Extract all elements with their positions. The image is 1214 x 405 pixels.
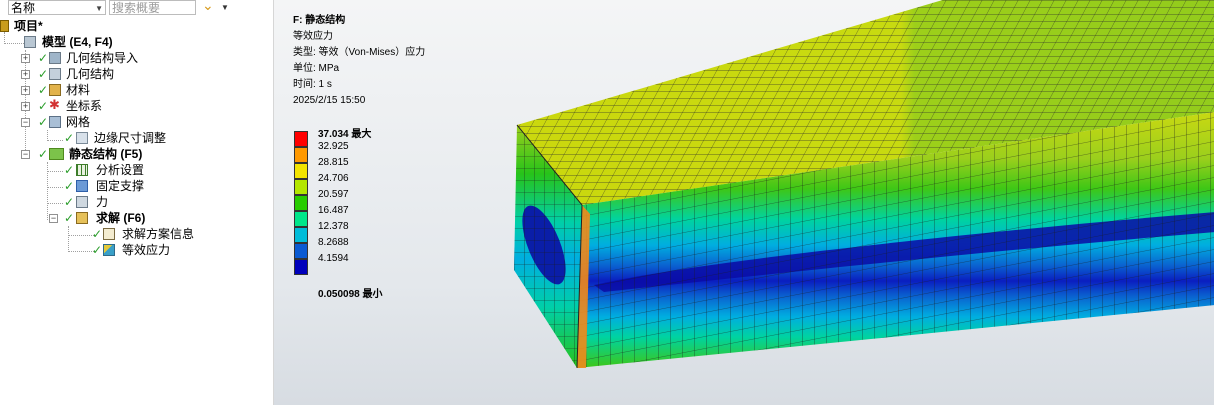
materials-icon [49,84,61,96]
expand-plus-icon[interactable]: + [21,70,30,79]
tree-node-label: 静态结构 (F5) [69,147,143,161]
check-icon: ✓ [38,51,49,65]
solution-icon [76,212,88,224]
search-input[interactable] [109,0,196,15]
tree-line [47,203,63,204]
tree-node-label: 网格 [66,115,91,129]
collapse-minus-icon[interactable]: − [21,118,30,127]
tree-node-label: 几何结构 [66,67,115,81]
result-unit: 单位: MPa [293,63,340,74]
tree-node-label: 固定支撑 [96,179,145,193]
check-icon: ✓ [38,99,49,113]
geometry-import-icon [49,52,61,64]
legend-swatch [294,211,308,227]
legend-swatch [294,227,308,243]
legend-swatch [294,195,308,211]
legend-value: 24.706 [318,173,349,184]
collapse-minus-icon[interactable]: − [21,150,30,159]
check-icon: ✓ [64,195,75,209]
check-icon: ✓ [92,243,103,257]
chevron-down-icon: ▼ [95,4,103,13]
mesh-icon [49,116,61,128]
tree-node-label: 项目* [14,19,43,33]
check-icon: ✓ [38,83,49,97]
result-name: 等效应力 [293,31,333,42]
tree-line [68,235,94,236]
filter-dropdown-icon[interactable]: ▼ [221,3,229,12]
edge-sizing-icon [76,132,88,144]
filter-chevron-icon[interactable]: ⌄ [202,0,214,14]
tree-node-label: 模型 (E4, F4) [42,35,113,49]
tree-node-label: 求解 (F6) [96,211,146,225]
analysis-settings-icon [76,164,88,176]
tree-node-label: 力 [96,195,109,209]
check-icon: ✓ [64,163,75,177]
legend-value: 12.378 [318,221,349,232]
tree-line [47,171,63,172]
model-icon [24,36,36,48]
legend-max-label: 37.034 最大 [318,129,372,140]
tree-node-label: 分析设置 [96,163,145,177]
solution-information-icon [103,228,115,240]
check-icon: ✓ [38,147,49,161]
check-icon: ✓ [64,131,75,145]
legend-value: 28.815 [318,157,349,168]
legend-value: 4.1594 [318,253,349,264]
project-icon [0,20,9,32]
result-info-panel: F: 静态结构 等效应力 类型: 等效（Von-Mises）应力 单位: MPa… [293,13,425,109]
outline-tree-panel: 名称 ▼ ⌄ ▼ 项目* 模型 (E4, F4) + ✓ 几何结构导入 + ✓ … [0,0,274,405]
static-structural-icon [49,148,64,160]
tree-node-label: 等效应力 [122,243,171,257]
legend-swatch [294,163,308,179]
legend-value: 32.925 [318,141,349,152]
check-icon: ✓ [38,67,49,81]
expand-plus-icon[interactable]: + [21,102,30,111]
equivalent-stress-icon [103,244,115,256]
legend-swatch [294,131,308,147]
legend-swatch [294,147,308,163]
tree-line [4,43,24,44]
force-icon [76,196,88,208]
collapse-minus-icon[interactable]: − [49,214,58,223]
tree-line [47,140,63,141]
coordinate-axes-icon: ✱ [49,97,60,112]
check-icon: ✓ [38,115,49,129]
legend-swatch [294,179,308,195]
result-title: F: 静态结构 [293,15,346,26]
geometry-icon [49,68,61,80]
graphics-viewport[interactable]: F: 静态结构 等效应力 类型: 等效（Von-Mises）应力 单位: MPa… [274,0,1214,405]
tree-node-label: 边缘尺寸调整 [94,131,167,145]
tree-line [68,251,94,252]
tree-toolbar: 名称 ▼ ⌄ ▼ [0,0,273,17]
tree-node-label: 材料 [66,83,91,97]
result-type: 类型: 等效（Von-Mises）应力 [293,47,426,58]
legend-value: 20.597 [318,189,349,200]
fixed-support-icon [76,180,88,192]
check-icon: ✓ [92,227,103,241]
legend-swatch [294,259,308,275]
check-icon: ✓ [64,211,75,225]
tree-line [68,226,69,252]
tree-node-label: 几何结构导入 [66,51,139,65]
legend-value: 8.2688 [318,237,349,248]
legend-value: 16.487 [318,205,349,216]
expand-plus-icon[interactable]: + [21,86,30,95]
tree-node-label: 坐标系 [66,99,103,113]
name-select-value: 名称 [11,1,36,15]
check-icon: ✓ [64,179,75,193]
result-date: 2025/2/15 15:50 [293,95,366,106]
legend-min-label: 0.050098 最小 [318,289,383,300]
expand-plus-icon[interactable]: + [21,54,30,63]
result-time: 时间: 1 s [293,79,332,90]
tree-line [47,187,63,188]
name-select[interactable]: 名称 ▼ [8,0,106,15]
tree-node-label: 求解方案信息 [122,227,195,241]
legend-swatch [294,243,308,259]
